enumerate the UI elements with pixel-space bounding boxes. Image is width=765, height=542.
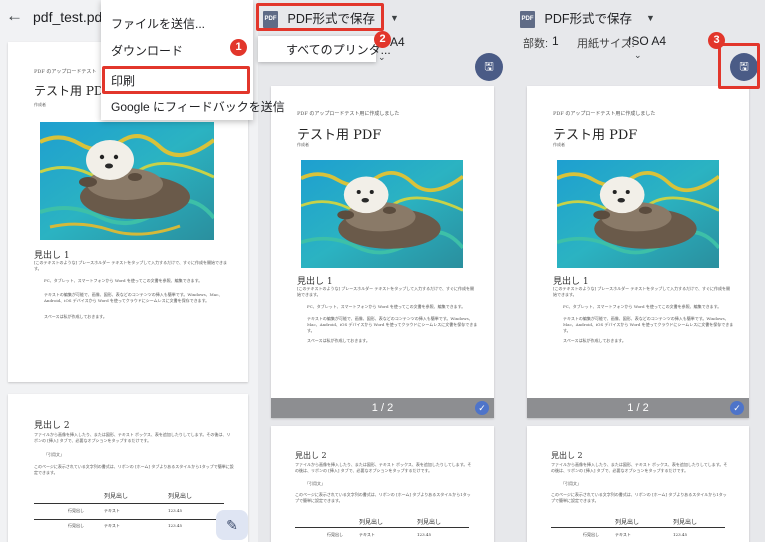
- chevron-down-icon[interactable]: ⌄: [634, 50, 642, 61]
- doc-title: テスト用 PDF: [553, 128, 638, 143]
- copies-value[interactable]: 1: [552, 34, 559, 48]
- table-row-head: 行見出し: [583, 532, 599, 537]
- doc-bullet-1: PC、タブレット、スマートフォンから Word を使ってこの文書を参照、編集でき…: [307, 304, 466, 309]
- table-cell: テキスト: [359, 532, 375, 537]
- doc-intro: PDF のアップロードテスト: [34, 69, 97, 75]
- doc-bullet-2: テキストの編集が可能で、画像、図形、表などのコンテンツの挿入も簡単です。Wind…: [307, 316, 478, 333]
- doc-quote: 「引用文」: [305, 481, 325, 486]
- viewer-page-2: 見出し 2 ファイルから画像を挿入したり、または図形、テキスト ボックス、表を追…: [8, 394, 248, 542]
- doc-bullet-3: スペースは私が作成しておきます。: [307, 338, 370, 343]
- page-indicator-bar: 1 / 2: [527, 398, 749, 418]
- menu-item-download[interactable]: ダウンロード: [111, 42, 183, 59]
- table-rule: [295, 527, 469, 528]
- doc-author: 作成者: [297, 142, 309, 147]
- page-indicator: 1 / 2: [371, 402, 394, 414]
- table-cell: テキスト: [104, 523, 120, 528]
- destination-select[interactable]: PDF PDF形式で保存: [520, 9, 632, 29]
- doc-intro: PDF のアップロードテスト用に作成しました: [553, 111, 656, 117]
- doc-heading-2: 見出し 2: [295, 451, 327, 460]
- back-arrow-icon[interactable]: ←: [6, 6, 26, 26]
- table-header-1: 列見出し: [104, 493, 129, 500]
- doc-paragraph-1: [このテキストのような] プレースホルダー テキストをタップして入力するだけで、…: [297, 286, 474, 297]
- otter-image: [557, 160, 719, 268]
- highlight-save: [718, 43, 760, 89]
- pdf-file-icon: PDF: [520, 11, 535, 29]
- doc-bullet-3: スペースは私が作成しておきます。: [563, 338, 626, 343]
- table-divider: [34, 519, 224, 520]
- preview-page-1: PDF のアップロードテスト用に作成しました テスト用 PDF 作成者 見出し …: [271, 86, 494, 418]
- check-icon[interactable]: ✓: [730, 401, 744, 415]
- save-icon[interactable]: 🖫: [475, 53, 503, 81]
- doc-paragraph-2: ファイルから画像を挿入したり、または図形、テキスト ボックス、表を追加したりして…: [551, 462, 728, 473]
- table-header-1: 列見出し: [359, 519, 384, 526]
- paper-size-label: 用紙サイズ:: [577, 38, 635, 50]
- table-row-head: 行見出し: [68, 508, 84, 513]
- table-row-head: 行見出し: [327, 532, 343, 537]
- page-indicator: 1 / 2: [627, 402, 649, 414]
- doc-heading-2: 見出し 2: [551, 451, 583, 460]
- table-header-2: 列見出し: [417, 519, 442, 526]
- doc-bullet-3: スペースは私が作成しておきます。: [44, 314, 107, 319]
- doc-paragraph-2: ファイルから画像を挿入したり、または図形、テキスト ボックス、表を追加したりして…: [295, 462, 472, 473]
- step-badge-3: 3: [708, 32, 725, 49]
- step-badge-2: 2: [374, 31, 391, 48]
- preview-page-2: 見出し 2 ファイルから画像を挿入したり、または図形、テキスト ボックス、表を追…: [271, 426, 494, 542]
- destination-label: PDF形式で保存: [544, 12, 632, 26]
- table-row-head: 行見出し: [68, 523, 84, 528]
- doc-quote: 「引用文」: [561, 481, 581, 486]
- doc-bullet-1: PC、タブレット、スマートフォンから Word を使ってこの文書を参照、編集でき…: [44, 278, 203, 283]
- table-cell: 123.45: [168, 523, 182, 528]
- destination-dropdown: すべてのプリンタ...: [258, 36, 391, 62]
- doc-paragraph-1: [このテキストのような] プレースホルダー テキストをタップして入力するだけで、…: [553, 286, 730, 297]
- table-cell: 123.45: [417, 532, 431, 537]
- table-cell: 123.45: [168, 508, 182, 513]
- table-rule: [34, 503, 224, 504]
- chevron-down-icon[interactable]: ▼: [646, 13, 655, 23]
- preview-page-2: 見出し 2 ファイルから画像を挿入したり、または図形、テキスト ボックス、表を追…: [527, 426, 749, 542]
- doc-paragraph-1: [このテキストのような] プレースホルダー テキストをタップして入力するだけで、…: [34, 260, 227, 271]
- chevron-down-icon[interactable]: ▼: [390, 13, 399, 23]
- table-cell: テキスト: [615, 532, 631, 537]
- doc-intro: PDF のアップロードテスト用に作成しました: [297, 111, 400, 117]
- table-rule: [551, 527, 725, 528]
- doc-quote: 「引用文」: [44, 452, 64, 457]
- check-icon[interactable]: ✓: [475, 401, 489, 415]
- menu-item-feedback[interactable]: Google にフィードバックを送信: [111, 98, 285, 115]
- step-badge-1: 1: [230, 39, 247, 56]
- paper-size-fragment: A4: [390, 35, 405, 49]
- preview-page-1: PDF のアップロードテスト用に作成しました テスト用 PDF 作成者 見出し …: [527, 86, 749, 418]
- highlight-destination: [256, 3, 384, 31]
- doc-paragraph-3: このページに表示されている文字列の書式は、リボンの [ホーム] タブよりあるスタ…: [551, 492, 727, 503]
- otter-image: [40, 122, 214, 240]
- menu-item-send-file[interactable]: ファイルを送信...: [111, 15, 205, 32]
- table-cell: テキスト: [104, 508, 120, 513]
- doc-author: 作成者: [553, 142, 565, 147]
- doc-heading-2: 見出し 2: [34, 421, 70, 431]
- page-indicator-bar: 1 / 2: [271, 398, 494, 418]
- table-header-2: 列見出し: [673, 519, 698, 526]
- doc-paragraph-3: このページに表示されている文字列の書式は、リボンの [ホーム] タブよりあるスタ…: [295, 492, 471, 503]
- file-title: pdf_test.pdf: [33, 9, 107, 25]
- doc-paragraph-3: このページに表示されている文字列の書式は、リボンの [ホーム] タブよりあるスタ…: [34, 464, 234, 475]
- overflow-menu: ファイルを送信... ダウンロード 印刷 Google にフィードバックを送信: [101, 0, 285, 120]
- doc-bullet-1: PC、タブレット、スマートフォンから Word を使ってこの文書を参照、編集でき…: [563, 304, 722, 309]
- doc-author: 作成者: [34, 102, 46, 107]
- highlight-print: [102, 66, 250, 94]
- table-header-1: 列見出し: [615, 519, 640, 526]
- edit-pen-icon[interactable]: ✎: [216, 510, 248, 540]
- table-cell: 123.45: [673, 532, 687, 537]
- doc-bullet-2: テキストの編集が可能で、画像、図形、表などのコンテンツの挿入も簡単です。Wind…: [563, 316, 734, 333]
- paper-size-value[interactable]: ISO A4: [628, 34, 666, 48]
- copies-label: 部数:: [523, 38, 549, 50]
- doc-bullet-2: テキストの編集が可能で、画像、図形、表などのコンテンツの挿入も簡単です。Wind…: [44, 292, 223, 303]
- table-header-2: 列見出し: [168, 493, 193, 500]
- otter-image: [301, 160, 463, 268]
- doc-title: テスト用 PDF: [297, 128, 382, 143]
- doc-paragraph-2: ファイルから画像を挿入したり、または図形、テキスト ボックス、表を追加したりして…: [34, 432, 231, 443]
